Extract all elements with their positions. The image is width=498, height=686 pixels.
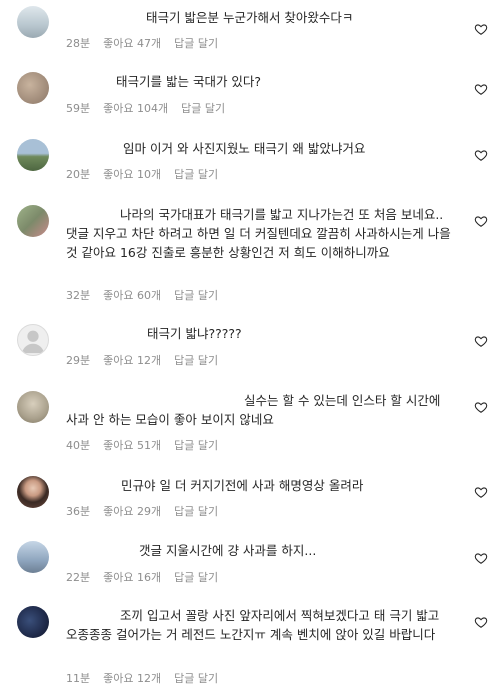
comment-meta: 29분 좋아요 12개 답글 달기 — [66, 352, 231, 368]
comment-meta: 22분 좋아요 16개 답글 달기 — [66, 569, 231, 585]
reply-button[interactable]: 답글 달기 — [174, 503, 218, 519]
likes-count[interactable]: 좋아요 47개 — [103, 35, 161, 51]
likes-count[interactable]: 좋아요 16개 — [103, 569, 161, 585]
comment-text: 조끼 입고서 꼴랑 사진 앞자리에서 찍혀보겠다고 태 극기 밟고 오종종종 걸… — [66, 608, 444, 642]
comment-time: 59분 — [66, 102, 91, 115]
likes-count[interactable]: 좋아요 12개 — [103, 352, 161, 368]
avatar[interactable] — [17, 139, 49, 171]
reply-button[interactable]: 답글 달기 — [174, 287, 218, 303]
likes-count[interactable]: 좋아요 60개 — [103, 287, 161, 303]
comment-time: 22분 — [66, 571, 91, 584]
comment-text: 나라의 국가대표가 태극기를 밟고 지나가는건 또 처음 보네요.. 댓글 지우… — [66, 207, 455, 260]
avatar[interactable] — [17, 6, 49, 38]
avatar[interactable] — [17, 476, 49, 508]
comment-meta: 40분 좋아요 51개 답글 달기 — [66, 437, 231, 453]
like-heart-icon[interactable] — [474, 400, 488, 414]
reply-button[interactable]: 답글 달기 — [174, 670, 218, 686]
avatar[interactable] — [17, 72, 49, 104]
comment-time: 40분 — [66, 439, 91, 452]
comment-meta: 36분 좋아요 29개 답글 달기 — [66, 503, 231, 519]
comment-text: 민규야 일 더 커지기전에 사과 해명영상 올려라 — [121, 478, 364, 493]
avatar[interactable] — [17, 606, 49, 638]
comment-meta: 59분 좋아요 104개 답글 달기 — [66, 100, 238, 116]
comment-time: 36분 — [66, 505, 91, 518]
likes-count[interactable]: 좋아요 10개 — [103, 166, 161, 182]
comment-text: 태극기 밟냐????? — [147, 326, 242, 341]
like-heart-icon[interactable] — [474, 551, 488, 565]
reply-button[interactable]: 답글 달기 — [174, 166, 218, 182]
comment-time: 28분 — [66, 37, 91, 50]
like-heart-icon[interactable] — [474, 214, 488, 228]
reply-button[interactable]: 답글 달기 — [174, 569, 218, 585]
likes-count[interactable]: 좋아요 12개 — [103, 670, 161, 686]
like-heart-icon[interactable] — [474, 82, 488, 96]
reply-button[interactable]: 답글 달기 — [174, 35, 218, 51]
avatar[interactable] — [17, 324, 49, 356]
comment-text: 태극기를 밟는 국대가 있다? — [116, 74, 262, 89]
comment-meta: 32분 좋아요 60개 답글 달기 — [66, 287, 231, 303]
reply-button[interactable]: 답글 달기 — [181, 100, 225, 116]
comment-time: 29분 — [66, 354, 91, 367]
comment-text: 태극기 밟은분 누군가해서 찾아왔수다ㅋ — [146, 10, 354, 25]
like-heart-icon[interactable] — [474, 22, 488, 36]
likes-count[interactable]: 좋아요 51개 — [103, 437, 161, 453]
avatar[interactable] — [17, 205, 49, 237]
comment-meta: 20분 좋아요 10개 답글 달기 — [66, 166, 231, 182]
default-avatar-icon — [21, 330, 45, 354]
comment-text: 갯글 지울시간에 걍 사과를 하지... — [139, 543, 317, 558]
like-heart-icon[interactable] — [474, 615, 488, 629]
reply-button[interactable]: 답글 달기 — [174, 352, 218, 368]
like-heart-icon[interactable] — [474, 148, 488, 162]
comment-text: 임마 이거 와 사진지웠노 태극기 왜 밟았냐거요 — [123, 141, 366, 156]
comment-time: 20분 — [66, 168, 91, 181]
comment-meta: 11분 좋아요 12개 답글 달기 — [66, 670, 231, 686]
reply-button[interactable]: 답글 달기 — [174, 437, 218, 453]
comment-meta: 28분 좋아요 47개 답글 달기 — [66, 35, 231, 51]
comment-time: 32분 — [66, 289, 91, 302]
like-heart-icon[interactable] — [474, 334, 488, 348]
likes-count[interactable]: 좋아요 104개 — [103, 100, 168, 116]
avatar[interactable] — [17, 391, 49, 423]
comment-text: 실수는 할 수 있는데 인스타 할 시간에 사과 안 하는 모습이 좋아 보이지… — [66, 393, 445, 427]
likes-count[interactable]: 좋아요 29개 — [103, 503, 161, 519]
comment-time: 11분 — [66, 672, 91, 685]
avatar[interactable] — [17, 541, 49, 573]
like-heart-icon[interactable] — [474, 485, 488, 499]
